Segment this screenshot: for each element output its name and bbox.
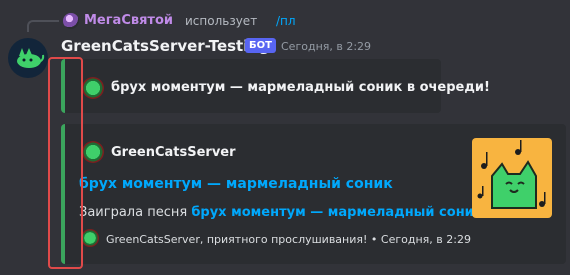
bot-avatar[interactable] — [8, 38, 48, 78]
reply-connector — [27, 20, 59, 32]
green-cat-icon — [17, 48, 45, 68]
cat-with-music-notes-icon — [477, 140, 546, 209]
embed-description-link[interactable]: брух моментум — мармеладный соник — [191, 205, 482, 220]
embed-description-prefix: Заиграла песня — [79, 205, 192, 220]
reply-avatar[interactable] — [63, 13, 79, 29]
bot-badge: БОТ — [245, 38, 276, 53]
message-timestamp: Сегодня, в 2:29 — [281, 40, 372, 53]
reply-command[interactable]: /пл — [276, 14, 296, 28]
server-icon — [82, 141, 104, 163]
reply-username[interactable]: МегаСвятой — [84, 13, 173, 28]
embed-footer: GreenCatsServer, приятного прослушивания… — [106, 233, 471, 246]
footer-icon — [81, 229, 99, 247]
embed-description: Заиграла песня брух моментум — мармеладн… — [79, 205, 488, 220]
queue-embed-text: брух моментум — мармеладный соник в очер… — [111, 80, 490, 95]
embed-accent-highlight — [48, 57, 83, 269]
reply-text: использует — [185, 14, 258, 28]
server-icon — [82, 77, 104, 99]
embed-title-link[interactable]: брух моментум — мармеладный соник — [79, 176, 393, 192]
track-thumbnail[interactable] — [472, 138, 552, 218]
embed-author: GreenCatsServer — [111, 145, 236, 160]
